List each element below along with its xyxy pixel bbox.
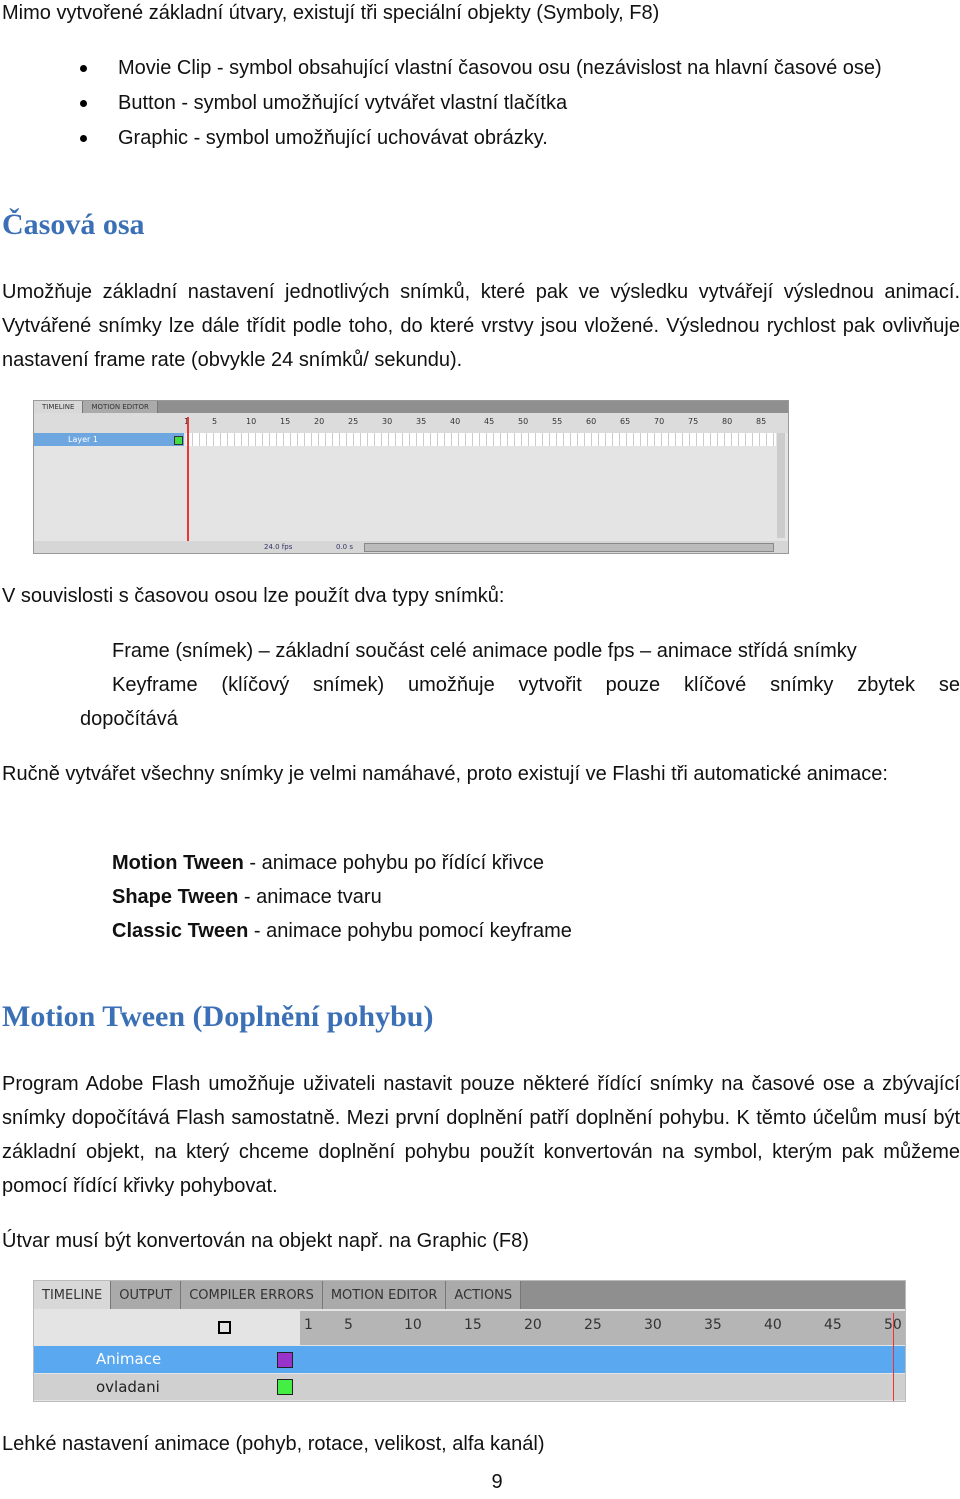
- frame-number: 15: [280, 417, 291, 426]
- timeline-panel-2: TIMELINE OUTPUT COMPILER ERRORS MOTION E…: [33, 1280, 906, 1402]
- frame-ruler[interactable]: 1510152025303540455055606570758085: [184, 417, 788, 426]
- heading-casova-osa: Časová osa: [2, 208, 145, 241]
- outline-icon[interactable]: [218, 1321, 231, 1334]
- frame-number: 45: [824, 1317, 842, 1333]
- frame-number: 10: [246, 417, 257, 426]
- layer-color-swatch: [277, 1379, 293, 1395]
- frame-number: 70: [654, 417, 665, 426]
- frame-number: 25: [348, 417, 359, 426]
- frame-number: 50: [884, 1317, 905, 1333]
- frame-number: 65: [620, 417, 631, 426]
- playhead[interactable]: [893, 1313, 894, 1401]
- tab-output[interactable]: OUTPUT: [111, 1281, 182, 1309]
- frame-number: 1: [304, 1317, 313, 1333]
- tween-item: Shape Tween - animace tvaru: [112, 886, 382, 908]
- frame-number: 5: [212, 417, 218, 426]
- frame-number: 85: [756, 417, 767, 426]
- paragraph: dopočítává: [80, 708, 178, 730]
- paragraph: Program Adobe Flash umožňuje uživateli n…: [2, 1073, 960, 1197]
- frame-number: 35: [704, 1317, 722, 1333]
- tab-motion-editor[interactable]: MOTION EDITOR: [322, 1281, 447, 1309]
- frame-number: 20: [524, 1317, 542, 1333]
- paragraph: Frame (snímek) – základní součást celé a…: [112, 640, 857, 662]
- frame-number: 40: [450, 417, 461, 426]
- frame-number: 45: [484, 417, 495, 426]
- frame-number: 15: [464, 1317, 482, 1333]
- frame-number: 25: [584, 1317, 602, 1333]
- frame-number: 50: [518, 417, 529, 426]
- layer-color-swatch: [277, 1352, 293, 1368]
- timeline-panel-1: TIMELINEMOTION EDITOR 151015202530354045…: [33, 400, 789, 554]
- symbol-list: Movie Clip - symbol obsahující vlastní č…: [80, 51, 882, 156]
- frame-number: 30: [382, 417, 393, 426]
- frame-number: 75: [688, 417, 699, 426]
- tab-timeline[interactable]: TIMELINE: [34, 1281, 112, 1309]
- layer-row[interactable]: Layer 1: [34, 433, 184, 446]
- paragraph: Umožňuje základní nastavení jednotlivých…: [2, 281, 960, 371]
- frame-ruler[interactable]: 15101520253035404550: [304, 1317, 905, 1333]
- paragraph: Lehké nastavení animace (pohyb, rotace, …: [2, 1433, 545, 1455]
- layer-color-swatch: [174, 436, 183, 445]
- frame-number: 35: [416, 417, 427, 426]
- frame-cells[interactable]: [186, 433, 776, 446]
- paragraph: Útvar musí být konvertován na objekt nap…: [2, 1230, 529, 1252]
- frame-number: 10: [404, 1317, 422, 1333]
- frame-number: 55: [552, 417, 563, 426]
- tab-compiler-errors[interactable]: COMPILER ERRORS: [181, 1281, 323, 1309]
- tween-item: Motion Tween - animace pohybu po řídící …: [112, 852, 544, 874]
- layer-name: Layer 1: [68, 435, 98, 444]
- heading-motion-tween: Motion Tween (Doplnění pohybu): [2, 1000, 434, 1033]
- paragraph: Ručně vytvářet všechny snímky je velmi n…: [2, 763, 888, 785]
- tab-actions[interactable]: ACTIONS: [446, 1281, 522, 1309]
- paragraph: V souvislosti s časovou osou lze použít …: [2, 585, 505, 607]
- frame-number: 20: [314, 417, 325, 426]
- frame-number: 5: [344, 1317, 353, 1333]
- list-item: Button - symbol umožňující vytvářet vlas…: [80, 86, 882, 121]
- scrollbar-vertical[interactable]: [777, 433, 785, 538]
- layer-row-animace[interactable]: Animace: [34, 1346, 905, 1373]
- tween-item: Classic Tween - animace pohybu pomocí ke…: [112, 920, 572, 942]
- intro-text: Mimo vytvořené základní útvary, existují…: [2, 2, 660, 24]
- paragraph: Keyframe (klíčový snímek) umožňuje vytvo…: [112, 674, 960, 696]
- tab-motion-editor[interactable]: MOTION EDITOR: [83, 401, 158, 413]
- list-item: Graphic - symbol umožňující uchovávat ob…: [80, 121, 882, 156]
- frame-number: 40: [764, 1317, 782, 1333]
- time-readout: 0.0 s: [336, 543, 354, 551]
- scrollbar-horizontal[interactable]: [364, 543, 774, 552]
- playhead[interactable]: [187, 417, 189, 553]
- list-item: Movie Clip - symbol obsahující vlastní č…: [80, 51, 882, 86]
- frame-number: 60: [586, 417, 597, 426]
- frame-number: 80: [722, 417, 733, 426]
- fps-readout[interactable]: 24.0 fps: [264, 543, 292, 551]
- page-number: 9: [491, 1471, 503, 1493]
- frame-number: 30: [644, 1317, 662, 1333]
- tab-timeline[interactable]: TIMELINE: [34, 401, 84, 413]
